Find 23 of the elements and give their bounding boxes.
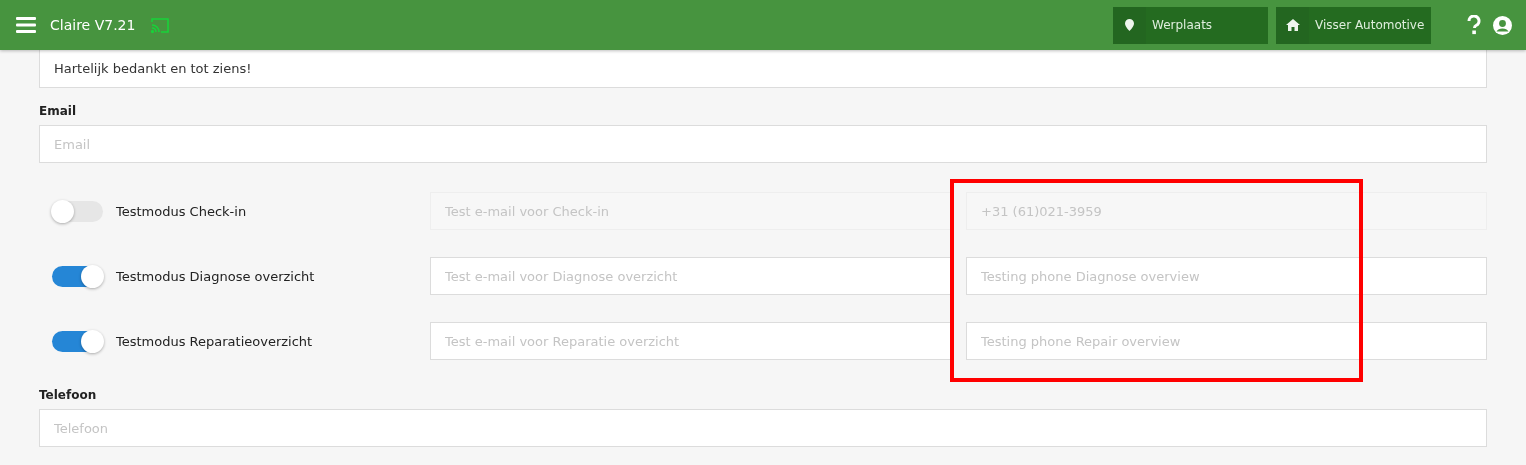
message-field[interactable]: Hartelijk bedankt en tot ziens! <box>39 50 1487 88</box>
field-label: Telefoon <box>39 388 98 402</box>
company-button[interactable]: Visser Automotive <box>1276 6 1431 44</box>
test-phone-field[interactable]: Testing phone Diagnose overview <box>966 257 1487 295</box>
test-email-field[interactable]: Test e-mail voor Diagnose overzicht <box>430 257 951 295</box>
toggle-switch[interactable] <box>52 330 103 352</box>
location-button[interactable]: Werplaats <box>1113 6 1268 44</box>
help-icon[interactable] <box>1467 15 1481 35</box>
app-title: Claire V7.21 <box>50 17 136 33</box>
test-phone-field[interactable]: Testing phone Repair overview <box>966 322 1487 360</box>
toggle-label: Testmodus Reparatieoverzicht <box>116 333 313 349</box>
toggle-switch[interactable] <box>52 200 103 222</box>
field-label: Email <box>39 104 78 118</box>
toggle-label: Testmodus Diagnose overzicht <box>116 268 315 284</box>
toggle-switch[interactable] <box>52 265 103 287</box>
home-icon <box>1285 19 1300 31</box>
test-email-field[interactable]: Test e-mail voor Reparatie overzicht <box>430 322 951 360</box>
menu-icon[interactable] <box>16 17 36 33</box>
toggle-label: Testmodus Check-in <box>116 203 247 219</box>
email-field[interactable]: Email <box>39 125 1487 163</box>
account-icon[interactable] <box>1493 15 1512 35</box>
map-pin-icon <box>1125 19 1134 31</box>
phone-field[interactable]: Telefoon <box>39 409 1487 447</box>
